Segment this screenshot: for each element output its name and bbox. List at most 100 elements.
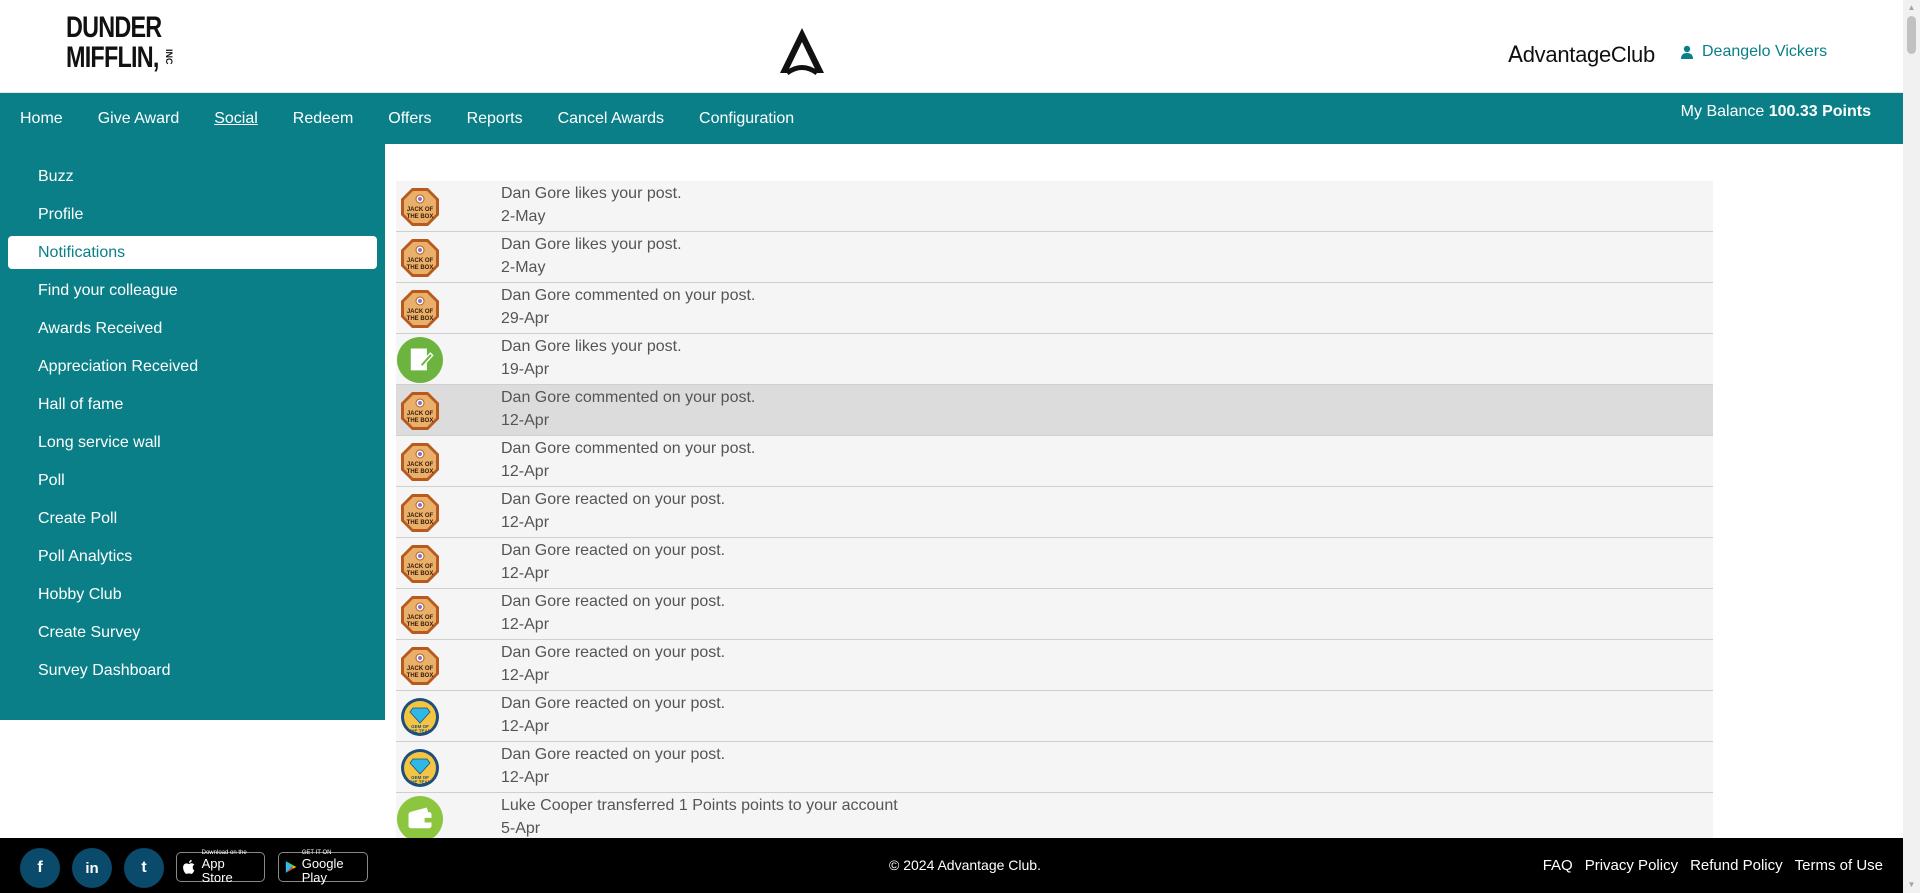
svg-text:THE BOX: THE BOX — [407, 520, 434, 526]
scroll-down-icon[interactable]: ▼ — [1903, 877, 1920, 893]
sidebar-item-create-survey[interactable]: Create Survey — [8, 616, 377, 649]
svg-text:THE TEAM: THE TEAM — [409, 729, 432, 734]
jack-of-the-box-badge-icon: JACK OFTHE BOX — [401, 596, 439, 634]
user-menu[interactable]: Deangelo Vickers — [1680, 43, 1827, 61]
balance: My Balance 100.33 Points — [1681, 103, 1871, 121]
notification-row[interactable]: GEM OF THE TEAM Dan Gore reacted on your p… — [396, 691, 1713, 742]
gem-of-the-team-badge-icon: GEM OFTHE TEAM — [401, 698, 439, 736]
jack-of-the-box-badge-icon: JACK OFTHE BOX — [401, 239, 439, 277]
nav-cancel-awards[interactable]: Cancel Awards — [558, 110, 664, 128]
sidebar-item-awards-received[interactable]: Awards Received — [8, 312, 377, 345]
svg-text:JACK OF: JACK OF — [407, 615, 434, 621]
notification-row[interactable]: JACK OF THE BOX Dan Gore likes your post. 2… — [396, 232, 1713, 283]
notification-message: Dan Gore reacted on your post. — [501, 746, 726, 763]
notification-row[interactable]: JACK OF THE BOX Dan Gore reacted on your p… — [396, 589, 1713, 640]
logo-inc: INC — [164, 49, 174, 65]
scroll-thumb[interactable] — [1907, 16, 1916, 54]
svg-text:JACK OF: JACK OF — [407, 207, 434, 213]
notification-message: Luke Cooper transferred 1 Points points … — [501, 797, 898, 814]
sidebar-item-notifications[interactable]: Notifications — [8, 236, 377, 269]
twitter-icon[interactable]: t — [124, 848, 164, 888]
notification-date: 12-Apr — [501, 514, 550, 531]
notification-message: Dan Gore commented on your post. — [501, 389, 756, 406]
user-icon — [1681, 45, 1693, 59]
notification-date: 12-Apr — [501, 718, 550, 735]
jack-of-the-box-badge-icon: JACK OFTHE BOX — [401, 647, 439, 685]
twitter-glyph: t — [141, 859, 147, 876]
sidebar-item-appreciation-received[interactable]: Appreciation Received — [8, 350, 377, 383]
sidebar-item-hall-of-fame[interactable]: Hall of fame — [8, 388, 377, 421]
footer-link-terms-of-use[interactable]: Terms of Use — [1795, 857, 1883, 874]
jack-of-the-box-badge-icon: JACK OFTHE BOX — [401, 494, 439, 532]
google-play-big: Google Play — [301, 855, 344, 885]
notification-row[interactable]: JACK OF THE BOX Dan Gore commented on your… — [396, 283, 1713, 334]
notification-message: Dan Gore reacted on your post. — [501, 542, 726, 559]
sidebar-item-find-colleague[interactable]: Find your colleague — [8, 274, 377, 307]
notification-row[interactable]: JACK OF THE BOX Dan Gore reacted on your p… — [396, 640, 1713, 691]
notification-row[interactable]: Dan Gore likes your post. 19-Apr — [396, 334, 1713, 385]
notification-date: 29-Apr — [501, 310, 550, 327]
notification-message: Dan Gore reacted on your post. — [501, 491, 726, 508]
sidebar-item-create-poll[interactable]: Create Poll — [8, 502, 377, 535]
jack-of-the-box-badge-icon: JACK OFTHE BOX — [401, 392, 439, 430]
jack-of-the-box-badge-icon: JACK OFTHE BOX — [401, 188, 439, 226]
notification-message: Dan Gore reacted on your post. — [501, 695, 726, 712]
advantage-logo-icon — [780, 28, 824, 76]
google-play-button[interactable]: GET IT ON Google Play — [278, 850, 368, 885]
facebook-icon[interactable]: f — [20, 848, 60, 888]
notification-date: 12-Apr — [501, 412, 550, 429]
sidebar-item-survey-dashboard[interactable]: Survey Dashboard — [8, 654, 377, 687]
brand-name-text: dvantageClub — [1522, 42, 1655, 67]
notification-row[interactable]: JACK OF THE BOX Dan Gore reacted on your p… — [396, 487, 1713, 538]
svg-text:THE BOX: THE BOX — [407, 214, 434, 220]
footer-link-faq[interactable]: FAQ — [1543, 857, 1573, 874]
footer-link-refund-policy[interactable]: Refund Policy — [1690, 857, 1783, 874]
svg-text:JACK OF: JACK OF — [407, 564, 434, 570]
sidebar-item-hobby-club[interactable]: Hobby Club — [8, 578, 377, 611]
sidebar-item-profile[interactable]: Profile — [8, 198, 377, 231]
notification-message: Dan Gore reacted on your post. — [501, 644, 726, 661]
nav-give-award[interactable]: Give Award — [98, 110, 180, 128]
notification-message: Dan Gore likes your post. — [501, 236, 682, 253]
linkedin-icon[interactable]: in — [72, 848, 112, 888]
app-store-button[interactable]: Download on the App Store — [176, 850, 265, 884]
scrollbar[interactable]: ▲ ▼ — [1903, 0, 1920, 893]
logo-line-1: DUNDER — [66, 11, 162, 44]
notification-row[interactable]: JACK OF THE BOX Dan Gore commented on your… — [396, 436, 1713, 487]
nav-offers[interactable]: Offers — [388, 110, 431, 128]
company-logo[interactable]: DUNDER MIFFLIN, INC — [66, 13, 184, 75]
main-nav: Home Give Award Social Redeem Offers Rep… — [0, 93, 1903, 144]
notification-row[interactable]: JACK OF THE BOX Dan Gore commented on your… — [396, 385, 1713, 436]
footer: f in t Download on the App Store GET IT … — [0, 838, 1903, 893]
svg-text:THE BOX: THE BOX — [407, 673, 434, 679]
nav-social[interactable]: Social — [214, 110, 258, 128]
nav-home[interactable]: Home — [20, 110, 63, 128]
notification-row[interactable]: JACK OF THE BOX Dan Gore likes your post. 2… — [396, 181, 1713, 232]
linkedin-glyph: in — [85, 859, 99, 877]
nav-redeem[interactable]: Redeem — [293, 110, 353, 128]
sidebar-item-long-service-wall[interactable]: Long service wall — [8, 426, 377, 459]
footer-link-privacy-policy[interactable]: Privacy Policy — [1585, 857, 1678, 874]
gem-of-the-team-badge-icon: GEM OFTHE TEAM — [401, 749, 439, 787]
sidebar-item-poll[interactable]: Poll — [8, 464, 377, 497]
balance-label: My Balance — [1680, 103, 1765, 120]
jack-of-the-box-badge-icon: JACK OFTHE BOX — [401, 443, 439, 481]
nav-reports[interactable]: Reports — [467, 110, 523, 128]
notification-date: 12-Apr — [501, 565, 550, 582]
svg-text:JACK OF: JACK OF — [407, 462, 434, 468]
nav-configuration[interactable]: Configuration — [699, 110, 794, 128]
notification-message: Dan Gore likes your post. — [501, 338, 682, 355]
svg-text:THE BOX: THE BOX — [407, 316, 434, 322]
notification-message: Dan Gore likes your post. — [501, 185, 682, 202]
svg-text:JACK OF: JACK OF — [407, 666, 434, 672]
apple-icon — [183, 859, 195, 874]
jack-of-the-box-badge-icon: JACK OFTHE BOX — [401, 545, 439, 583]
scroll-up-icon[interactable]: ▲ — [1903, 0, 1920, 16]
sidebar-item-buzz[interactable]: Buzz — [8, 160, 377, 193]
notification-row[interactable]: Luke Cooper transferred 1 Points points … — [396, 793, 1713, 838]
logo-line-2: MIFFLIN, — [66, 41, 159, 74]
svg-text:THE BOX: THE BOX — [407, 265, 434, 271]
sidebar-item-poll-analytics[interactable]: Poll Analytics — [8, 540, 377, 573]
notification-row[interactable]: GEM OF THE TEAM Dan Gore reacted on your p… — [396, 742, 1713, 793]
notification-row[interactable]: JACK OF THE BOX Dan Gore reacted on your p… — [396, 538, 1713, 589]
